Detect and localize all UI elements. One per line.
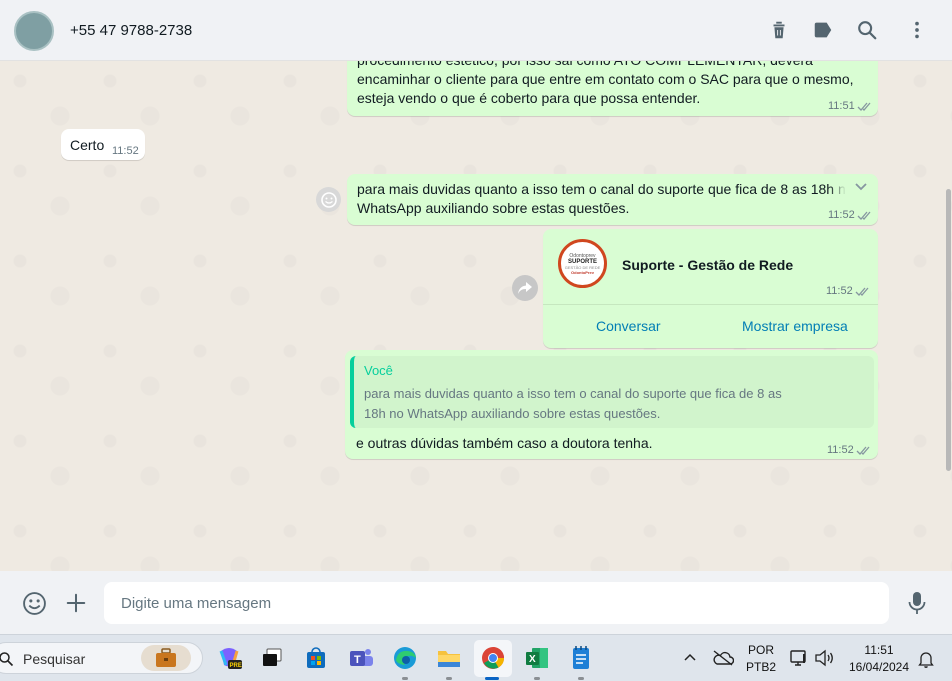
edge-icon[interactable] <box>390 643 420 673</box>
teams-logo: T <box>350 649 373 666</box>
contact-name[interactable]: +55 47 9788-2738 <box>70 22 192 39</box>
network-icon[interactable] <box>789 649 809 667</box>
chat-header: +55 47 9788-2738 <box>0 0 952 61</box>
mostrar-empresa-button[interactable]: Mostrar empresa <box>742 318 848 334</box>
quote-line: para mais duvidas quanto a isso tem o ca… <box>364 386 782 401</box>
quote-text: para mais duvidas quanto a isso tem o ca… <box>364 384 794 424</box>
chevron-down-icon[interactable] <box>854 182 868 192</box>
briefcase-icon <box>156 648 176 667</box>
notepad-logo <box>573 646 589 669</box>
copilot-logo: PRE <box>219 648 242 669</box>
message-line: encaminhar o cliente para que entre em c… <box>357 71 854 87</box>
more-options-icon[interactable] <box>906 19 928 41</box>
file-explorer-icon[interactable] <box>434 643 464 673</box>
logo-text: OdontoPrev <box>571 269 594 275</box>
svg-text:X: X <box>529 654 536 665</box>
chat-scrollbar[interactable] <box>946 189 951 471</box>
contact-card-name: Suporte - Gestão de Rede <box>622 257 794 273</box>
message-text: e outras dúvidas também caso a doutora t… <box>356 435 653 451</box>
conversar-button[interactable]: Conversar <box>596 318 661 334</box>
contact-card-message[interactable]: Odontoprev SUPORTE GESTÃO DE REDE Odonto… <box>543 229 878 348</box>
teams-icon[interactable]: T <box>346 643 376 673</box>
contact-avatar[interactable] <box>14 11 54 51</box>
react-emoji-button[interactable] <box>316 187 341 212</box>
running-indicator <box>578 677 584 680</box>
excel-icon[interactable]: X <box>522 643 552 673</box>
microsoft-store-icon[interactable] <box>301 643 331 673</box>
keyboard-layout[interactable]: PTB2 <box>745 660 777 674</box>
attach-plus-icon[interactable] <box>65 592 87 614</box>
chrome-logo <box>482 647 504 669</box>
active-indicator <box>485 677 499 680</box>
message-line: para mais duvidas quanto a isso tem o ca… <box>357 181 854 197</box>
excel-logo: X <box>526 648 548 668</box>
folder-logo <box>438 651 460 667</box>
message-time: 11:52 <box>828 209 855 221</box>
read-receipt-icon <box>855 287 869 296</box>
chat-area[interactable]: procedimento estético, por isso sai como… <box>0 61 952 571</box>
label-icon[interactable] <box>812 19 834 41</box>
card-divider <box>543 304 878 305</box>
clock-date[interactable]: 16/04/2024 <box>845 660 913 674</box>
running-indicator <box>534 677 540 680</box>
message-outgoing[interactable]: para mais duvidas quanto a isso tem o ca… <box>347 174 878 225</box>
quote-line: 18h no WhatsApp auxiliando sobre estas q… <box>364 406 661 421</box>
chevron-up-icon[interactable] <box>683 652 697 662</box>
windows-taskbar: Pesquisar PRE T X POR PTB2 11:51 16/04/2… <box>0 634 952 681</box>
message-input-wrapper <box>104 582 889 624</box>
search-icon[interactable] <box>856 19 878 41</box>
quoted-message[interactable]: Você para mais duvidas quanto a isso tem… <box>350 356 874 428</box>
input-language[interactable]: POR <box>745 643 777 657</box>
message-time: 11:52 <box>826 285 853 297</box>
forward-button[interactable] <box>512 275 538 301</box>
notepad-icon[interactable] <box>566 643 596 673</box>
running-indicator <box>446 677 452 680</box>
volume-icon[interactable] <box>814 649 834 667</box>
message-time: 11:51 <box>828 100 855 112</box>
message-composer <box>0 571 952 634</box>
chrome-icon[interactable] <box>478 643 508 673</box>
clock-time[interactable]: 11:51 <box>845 643 913 657</box>
message-time: 11:52 <box>827 444 854 456</box>
message-input[interactable] <box>104 582 889 624</box>
message-text: Certo <box>70 137 105 153</box>
microphone-icon[interactable] <box>906 590 928 616</box>
taskbar-search-label: Pesquisar <box>23 651 86 667</box>
notification-bell-icon[interactable] <box>918 650 934 668</box>
copilot-icon[interactable]: PRE <box>214 643 244 673</box>
task-view-logo <box>263 648 282 666</box>
svg-text:T: T <box>354 654 361 666</box>
running-indicator <box>402 677 408 680</box>
message-outgoing-reply[interactable]: Você para mais duvidas quanto a isso tem… <box>345 350 878 459</box>
taskbar-search[interactable]: Pesquisar <box>0 642 203 674</box>
read-receipt-icon <box>856 446 870 455</box>
message-time: 11:52 <box>112 145 139 157</box>
onedrive-offline-icon[interactable] <box>712 649 734 667</box>
quote-author: Você <box>364 363 393 378</box>
read-receipt-icon <box>857 211 871 220</box>
read-receipt-icon <box>857 102 871 111</box>
store-logo <box>307 647 325 668</box>
contact-card-logo: Odontoprev SUPORTE GESTÃO DE REDE Odonto… <box>558 239 607 288</box>
message-line: WhatsApp auxiliando sobre estas questões… <box>357 200 630 216</box>
edge-logo <box>394 647 416 669</box>
message-outgoing[interactable]: procedimento estético, por isso sai como… <box>347 61 878 116</box>
svg-text:PRE: PRE <box>230 663 242 669</box>
forward-arrow-icon <box>518 282 532 294</box>
message-line: esteja vendo o que é coberto para que po… <box>357 90 701 106</box>
message-line: procedimento estético, por isso sai como… <box>357 61 854 70</box>
emoji-icon[interactable] <box>22 591 47 616</box>
delete-icon[interactable] <box>768 19 790 41</box>
message-incoming[interactable]: Certo 11:52 <box>61 129 145 160</box>
task-view-icon[interactable] <box>257 643 287 673</box>
search-icon <box>0 652 14 667</box>
smiley-icon <box>320 191 337 208</box>
